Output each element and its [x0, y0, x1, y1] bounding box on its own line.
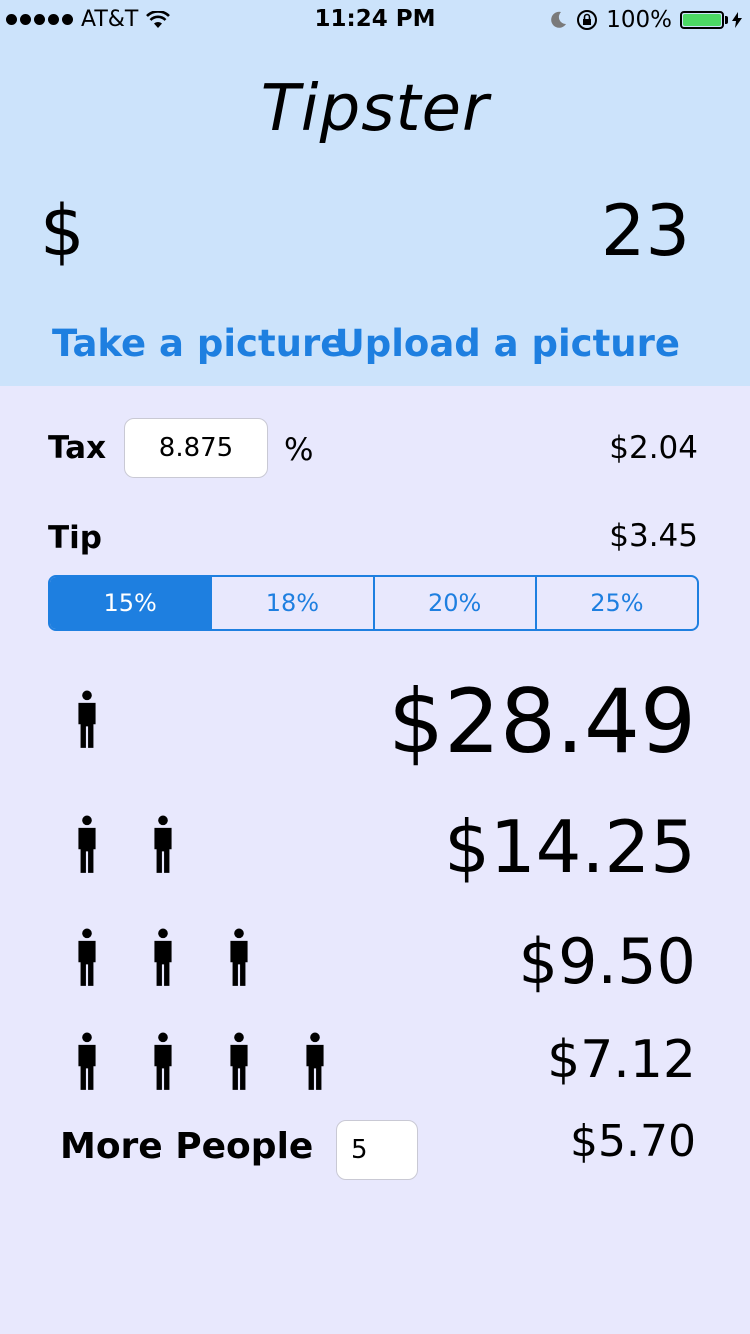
- tip-option-15[interactable]: 15%: [50, 577, 213, 629]
- more-people-amount: $5.70: [570, 1116, 696, 1167]
- app-title: Tipster: [260, 72, 490, 146]
- person-icon: [218, 928, 260, 988]
- battery-percent: 100%: [606, 7, 672, 33]
- tip-percentage-selector[interactable]: 15% 18% 20% 25%: [48, 575, 699, 631]
- person-icon: [294, 1032, 336, 1092]
- person-icon: [142, 928, 184, 988]
- tip-option-18[interactable]: 18%: [212, 577, 375, 629]
- moon-icon: [551, 11, 567, 28]
- split-3-people-icons: [66, 928, 260, 988]
- battery-icon: [680, 11, 728, 29]
- tip-option-20[interactable]: 20%: [375, 577, 537, 629]
- currency-symbol: $: [40, 190, 85, 272]
- more-people-label: More People: [60, 1126, 314, 1167]
- more-people-count-input[interactable]: [336, 1120, 418, 1180]
- tip-option-25[interactable]: 25%: [537, 577, 697, 629]
- take-picture-button[interactable]: Take a picture: [52, 322, 345, 365]
- tax-label: Tax: [48, 430, 107, 466]
- split-4-amount: $7.12: [547, 1030, 696, 1090]
- status-bar: AT&T 11:24 PM 100%: [0, 0, 750, 40]
- tax-rate-input[interactable]: [124, 418, 268, 478]
- person-icon: [142, 815, 184, 875]
- person-icon: [142, 1032, 184, 1092]
- person-icon: [66, 928, 108, 988]
- person-icon: [66, 690, 108, 750]
- split-1-people-icons: [66, 690, 108, 750]
- person-icon: [218, 1032, 260, 1092]
- tip-amount: $3.45: [609, 518, 698, 554]
- status-right: 100%: [548, 7, 742, 33]
- split-3-amount: $9.50: [518, 925, 697, 998]
- upload-picture-button[interactable]: Upload a picture: [335, 322, 680, 365]
- tip-label: Tip: [48, 520, 102, 556]
- rotation-lock-icon: [577, 10, 598, 30]
- person-icon: [66, 1032, 108, 1092]
- split-2-amount: $14.25: [444, 805, 696, 889]
- percent-symbol: %: [284, 432, 314, 468]
- person-icon: [66, 815, 108, 875]
- split-1-amount: $28.49: [388, 670, 696, 773]
- tax-amount: $2.04: [609, 430, 698, 466]
- split-2-people-icons: [66, 815, 184, 875]
- charging-bolt-icon: [732, 12, 742, 28]
- split-4-people-icons: [66, 1032, 336, 1092]
- bill-amount[interactable]: 23: [601, 190, 690, 272]
